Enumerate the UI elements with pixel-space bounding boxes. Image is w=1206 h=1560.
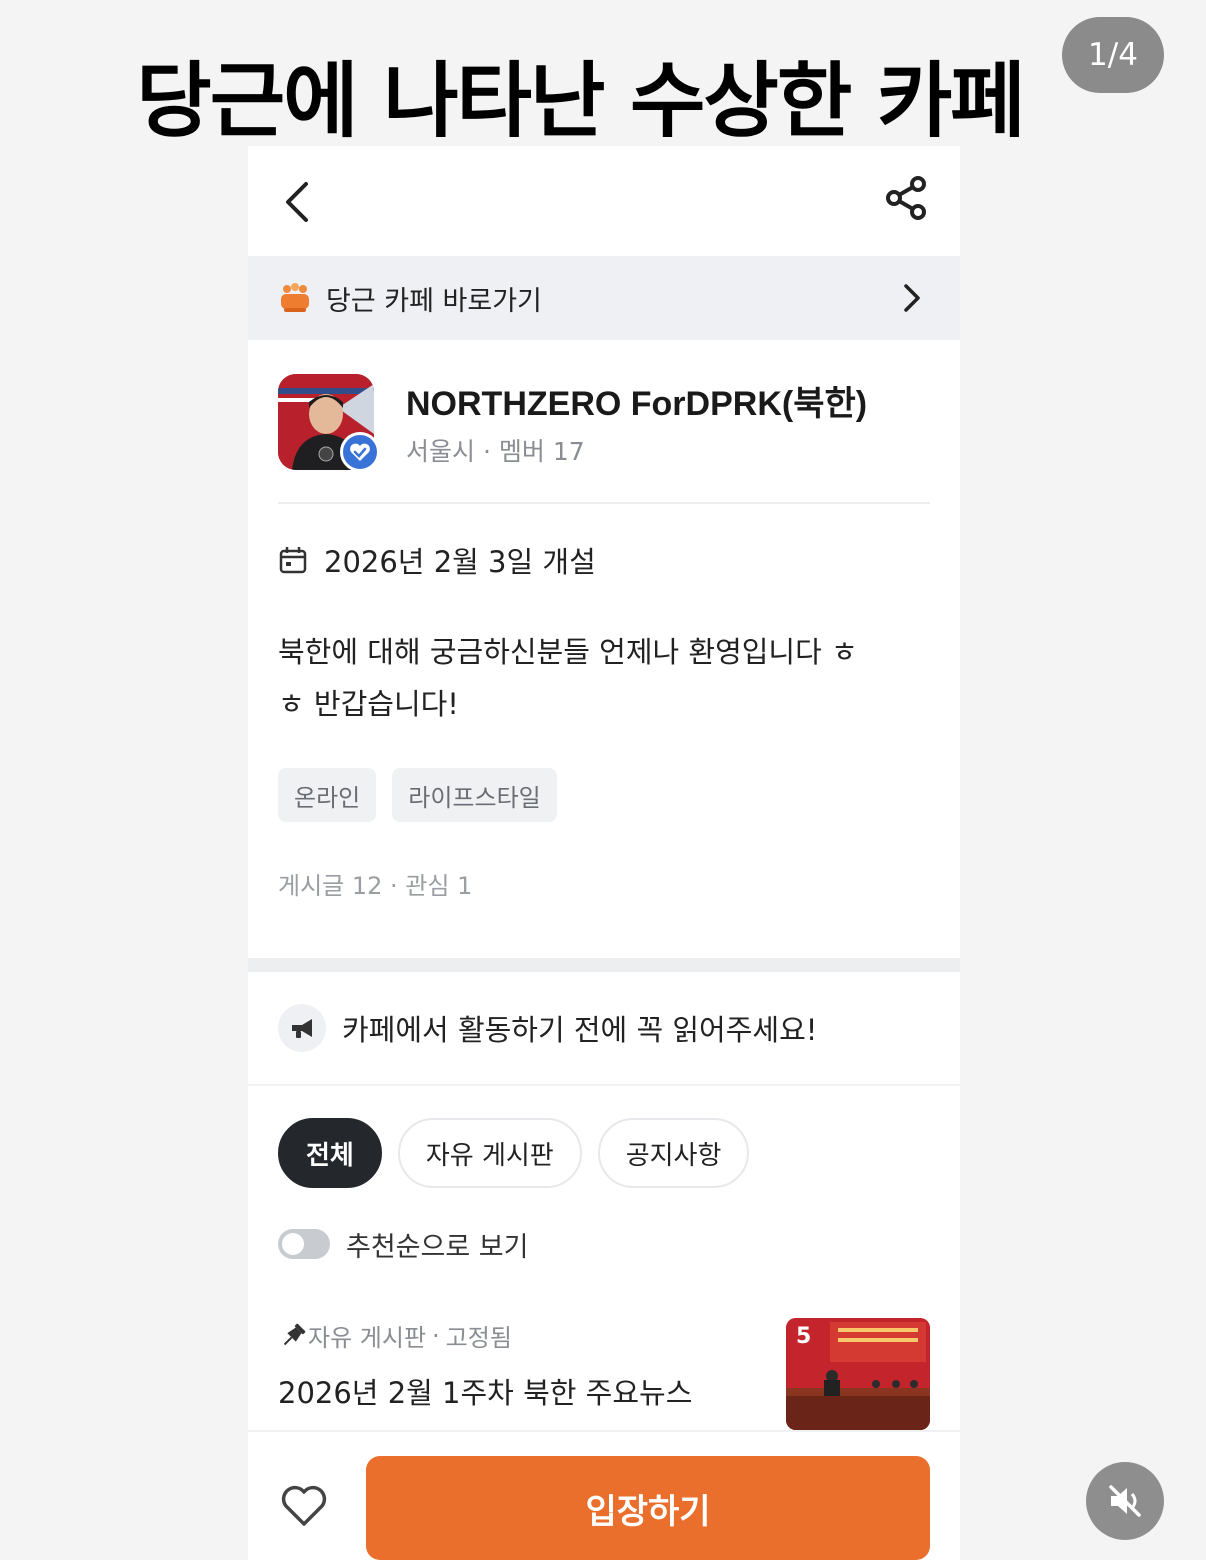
intro-line: ㅎ 반갑습니다!: [278, 687, 459, 721]
tab-all[interactable]: 전체: [278, 1118, 382, 1188]
verified-badge: [340, 432, 380, 472]
post-board: 자유 게시판: [308, 1324, 427, 1352]
post-meta: 자유 게시판 · 고정됨: [278, 1318, 512, 1353]
intro-line: 북한에 대해 궁금하신분들 언제나 환영입니다 ㅎ: [278, 635, 858, 669]
board-tabs: 전체 자유 게시판 공지사항: [278, 1118, 750, 1188]
cafe-introduction: 북한에 대해 궁금하신분들 언제나 환영입니다 ㅎ ㅎ 반갑습니다!: [278, 626, 928, 730]
divider: [278, 502, 930, 504]
heart-icon: [281, 1485, 327, 1526]
page-counter: 1/4: [1062, 17, 1164, 93]
cafe-meta: 서울시 · 멤버 17: [406, 432, 585, 468]
cafe-shortcut-banner[interactable]: 당근 카페 바로가기: [248, 256, 960, 340]
pin-icon: [283, 1323, 306, 1345]
share-icon: [886, 176, 926, 220]
tab-free-board[interactable]: 자유 게시판: [397, 1118, 582, 1188]
tag-lifestyle[interactable]: 라이프스타일: [392, 768, 557, 822]
mute-button[interactable]: [1086, 1462, 1164, 1540]
opened-date-row: 2026년 2월 3일 개설: [278, 538, 596, 582]
section-divider: [248, 958, 960, 972]
meta-separator: ·: [432, 1321, 440, 1350]
toggle-knob: [282, 1233, 304, 1255]
recommend-sort-toggle[interactable]: 추천순으로 보기: [278, 1222, 528, 1266]
post-pinned-status: 고정됨: [445, 1324, 512, 1352]
tag-online[interactable]: 온라인: [278, 768, 377, 822]
screenshot-page: 당근에 나타난 수상한 카페 1/4 당근 카페 바로가기 NORTHZERO …: [0, 0, 1206, 1560]
megaphone-icon: [278, 1004, 326, 1052]
calendar-icon: [279, 547, 307, 574]
enter-cafe-button[interactable]: 입장하기: [366, 1456, 930, 1560]
chevron-left-icon: [286, 182, 308, 222]
tag-list: 온라인 라이프스타일: [278, 768, 557, 822]
chevron-right-icon: [904, 284, 920, 312]
headline: 당근에 나타난 수상한 카페: [136, 54, 1025, 149]
divider: [248, 1084, 960, 1086]
speaker-muted-icon: [1109, 1485, 1141, 1517]
app-screen: 당근 카페 바로가기 NORTHZERO ForDPRK(북한) 서울시 · 멤…: [248, 146, 960, 1560]
cafe-icon: [281, 283, 309, 312]
notice-text: 카페에서 활동하기 전에 꼭 읽어주세요!: [342, 1013, 818, 1047]
top-bar: [248, 146, 960, 256]
toggle-label: 추천순으로 보기: [346, 1231, 529, 1263]
post-item[interactable]: 자유 게시판 · 고정됨 2026년 2월 1주차 북한 주요뉴스 5: [278, 1318, 930, 1430]
notice-row[interactable]: 카페에서 활동하기 전에 꼭 읽어주세요!: [278, 1002, 817, 1054]
post-title: 2026년 2월 1주차 북한 주요뉴스: [278, 1376, 693, 1410]
like-button[interactable]: [280, 1484, 328, 1528]
post-thumbnail[interactable]: 5: [786, 1318, 930, 1430]
cafe-member-count: 멤버 17: [498, 437, 585, 466]
tab-notices[interactable]: 공지사항: [597, 1118, 750, 1188]
bottom-action-bar: 입장하기: [248, 1430, 960, 1560]
cafe-stats: 게시글 12 · 관심 1: [278, 872, 473, 900]
back-button[interactable]: [278, 178, 318, 226]
opened-date: 2026년 2월 3일 개설: [324, 545, 596, 579]
meta-separator: ·: [482, 437, 499, 466]
verified-heart-icon: [350, 443, 370, 461]
cafe-name: NORTHZERO ForDPRK(북한): [406, 385, 868, 423]
share-button[interactable]: [882, 174, 930, 222]
cafe-profile: NORTHZERO ForDPRK(북한) 서울시 · 멤버 17: [278, 372, 930, 502]
toggle-switch[interactable]: [278, 1229, 330, 1259]
cafe-location: 서울시: [406, 437, 476, 466]
cafe-shortcut-label: 당근 카페 바로가기: [326, 285, 542, 317]
thumbnail-image-count: 5: [796, 1324, 812, 1349]
